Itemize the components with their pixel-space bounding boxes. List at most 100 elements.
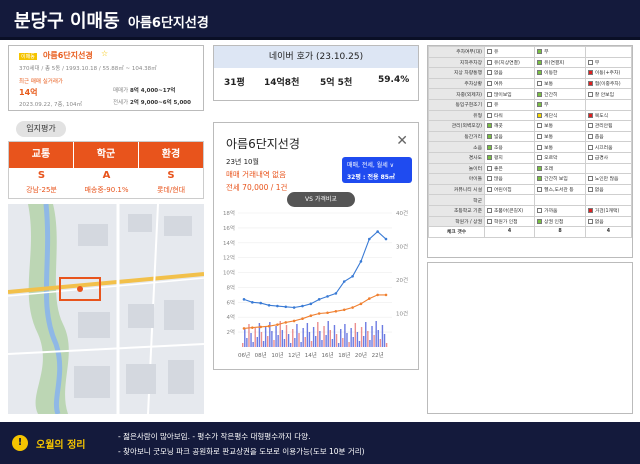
trade-type-filter[interactable]: 매매, 전세, 월세 ∨ 32평 : 전용 85㎡ xyxy=(342,157,412,183)
checkbox-icon[interactable] xyxy=(487,112,492,118)
checklist-option[interactable]: 헬스,도서관 등 xyxy=(534,183,586,196)
checklist-option[interactable]: 학원가 인접 xyxy=(483,215,536,228)
checkbox-icon[interactable] xyxy=(537,208,543,214)
checkbox-icon[interactable] xyxy=(537,134,543,140)
checklist-option[interactable]: 없음 xyxy=(483,67,536,79)
checkbox-icon[interactable] xyxy=(487,59,492,65)
checkbox-icon[interactable] xyxy=(537,218,543,224)
checklist-option[interactable]: 타워 xyxy=(483,109,536,122)
checklist-option[interactable]: 잘 안보임 xyxy=(584,88,633,100)
checklist-option[interactable]: 간간히 xyxy=(534,88,586,100)
checklist-option[interactable]: 복도식 xyxy=(584,109,633,122)
checkbox-icon[interactable] xyxy=(487,165,492,171)
checkbox-icon[interactable] xyxy=(587,144,593,150)
checkbox-icon[interactable] xyxy=(537,155,543,161)
checkbox-icon[interactable] xyxy=(537,176,543,182)
checkbox-icon[interactable] xyxy=(587,208,593,214)
checklist-option[interactable]: 이동한 xyxy=(534,67,586,79)
checklist-option[interactable]: 급경사 xyxy=(584,151,633,164)
checkbox-icon[interactable] xyxy=(487,102,492,108)
checklist-option[interactable]: 시끄러움 xyxy=(584,141,633,153)
checkbox-icon[interactable] xyxy=(587,70,593,76)
checkbox-icon[interactable] xyxy=(587,155,593,161)
checkbox-icon[interactable] xyxy=(487,123,492,129)
checkbox-icon[interactable] xyxy=(587,123,593,129)
checklist-option[interactable]: 좋은 xyxy=(483,162,536,175)
checklist-option[interactable]: 상권 인접 xyxy=(534,215,586,228)
checklist-option[interactable]: 무 xyxy=(534,98,586,111)
checklist-option[interactable]: 보통 xyxy=(534,120,586,132)
checkbox-icon[interactable] xyxy=(487,91,492,97)
checklist-option[interactable]: 깨끗 xyxy=(483,120,536,132)
checklist-option[interactable]: 무 xyxy=(584,56,633,69)
checkbox-icon[interactable] xyxy=(587,176,593,182)
checklist-option[interactable]: 유 xyxy=(483,98,536,111)
checkbox-icon[interactable] xyxy=(537,123,543,129)
checklist-option[interactable]: 좁음 xyxy=(584,130,633,143)
checkbox-icon[interactable] xyxy=(487,218,492,224)
checklist-option[interactable]: 협(이중주차) xyxy=(584,77,633,90)
checkbox-icon[interactable] xyxy=(537,81,543,87)
checkbox-icon[interactable] xyxy=(487,208,492,214)
map-graphic xyxy=(8,204,204,414)
checklist-row: 지상 차량통행 없음 이동한 이동(+주차) xyxy=(428,67,633,79)
checkbox-icon[interactable] xyxy=(537,59,543,65)
checkbox-icon[interactable] xyxy=(487,81,492,87)
checkbox-icon[interactable] xyxy=(487,155,492,161)
checklist-option[interactable]: 평지 xyxy=(483,151,536,164)
checklist-option[interactable]: 많음 xyxy=(483,173,536,185)
checklist-option[interactable]: 유(연결X) xyxy=(534,56,586,69)
checklist-option[interactable]: 여유 xyxy=(483,77,536,90)
checkbox-icon[interactable] xyxy=(537,187,543,193)
checkbox-icon[interactable] xyxy=(537,112,543,118)
checklist-option[interactable]: 조래 xyxy=(534,162,586,175)
checkbox-icon[interactable] xyxy=(587,59,593,65)
volume-bar xyxy=(308,332,311,347)
close-icon[interactable]: ✕ xyxy=(396,133,408,149)
checklist-option[interactable]: 없음 xyxy=(584,183,633,196)
checklist-option[interactable]: 무 xyxy=(534,46,586,58)
checklist-option[interactable]: 어린이집 xyxy=(483,183,536,196)
checklist-option[interactable]: 오르막 xyxy=(534,151,586,164)
checklist-option[interactable]: 넓음 xyxy=(483,130,536,143)
checklist-option[interactable]: 거검(1캐택) xyxy=(584,204,633,217)
checkbox-icon[interactable] xyxy=(587,91,593,97)
checklist-option[interactable]: 보통 xyxy=(534,141,586,153)
checkbox-icon[interactable] xyxy=(587,218,593,224)
checklist-option[interactable]: 가까움 xyxy=(534,204,586,217)
favorite-star-icon[interactable]: ☆ xyxy=(101,49,108,58)
location-map[interactable] xyxy=(8,204,204,414)
checkbox-icon[interactable] xyxy=(537,70,543,76)
checkbox-icon[interactable] xyxy=(587,112,593,118)
checkbox-icon[interactable] xyxy=(487,176,492,182)
checklist-option[interactable]: 관리안됨 xyxy=(584,120,633,132)
checklist-option[interactable]: 보통 xyxy=(534,130,586,143)
checkbox-icon[interactable] xyxy=(487,134,492,140)
checkbox-icon[interactable] xyxy=(487,70,492,76)
checklist-option[interactable]: 초품아(큰길X) xyxy=(483,204,536,217)
apartment-card[interactable]: 이매동 아름6단지선경 ☆ 370세대 / 총 5동 / 1993.10.18 … xyxy=(8,45,204,111)
checklist-option[interactable]: 유(지상연결) xyxy=(483,56,536,69)
apartment-name[interactable]: 아름6단지선경 xyxy=(43,50,93,61)
checkbox-icon[interactable] xyxy=(587,187,593,193)
checklist-option[interactable]: 계단식 xyxy=(534,109,586,122)
checklist-option[interactable]: 간간히 보임 xyxy=(534,173,586,185)
checklist-option[interactable]: 이동(+주차) xyxy=(584,67,633,79)
checkbox-icon[interactable] xyxy=(537,91,543,97)
checklist-option[interactable]: 없음 xyxy=(584,215,633,228)
checklist-option[interactable]: 유 xyxy=(483,46,536,58)
checkbox-icon[interactable] xyxy=(537,102,543,108)
checklist-option[interactable]: 많이보임 xyxy=(483,88,536,100)
checkbox-icon[interactable] xyxy=(487,49,492,55)
checkbox-icon[interactable] xyxy=(487,187,492,193)
checklist-option[interactable]: 보통 xyxy=(534,77,586,90)
checklist-option[interactable]: 조용 xyxy=(483,141,536,153)
checkbox-icon[interactable] xyxy=(587,134,593,140)
checkbox-icon[interactable] xyxy=(537,144,543,150)
checkbox-icon[interactable] xyxy=(537,49,543,55)
checkbox-icon[interactable] xyxy=(487,144,492,150)
checklist-option[interactable]: 노인만 많음 xyxy=(584,173,633,185)
checkbox-icon[interactable] xyxy=(537,165,543,171)
checklist-option-label: 유 xyxy=(494,50,499,56)
checkbox-icon[interactable] xyxy=(587,81,593,87)
